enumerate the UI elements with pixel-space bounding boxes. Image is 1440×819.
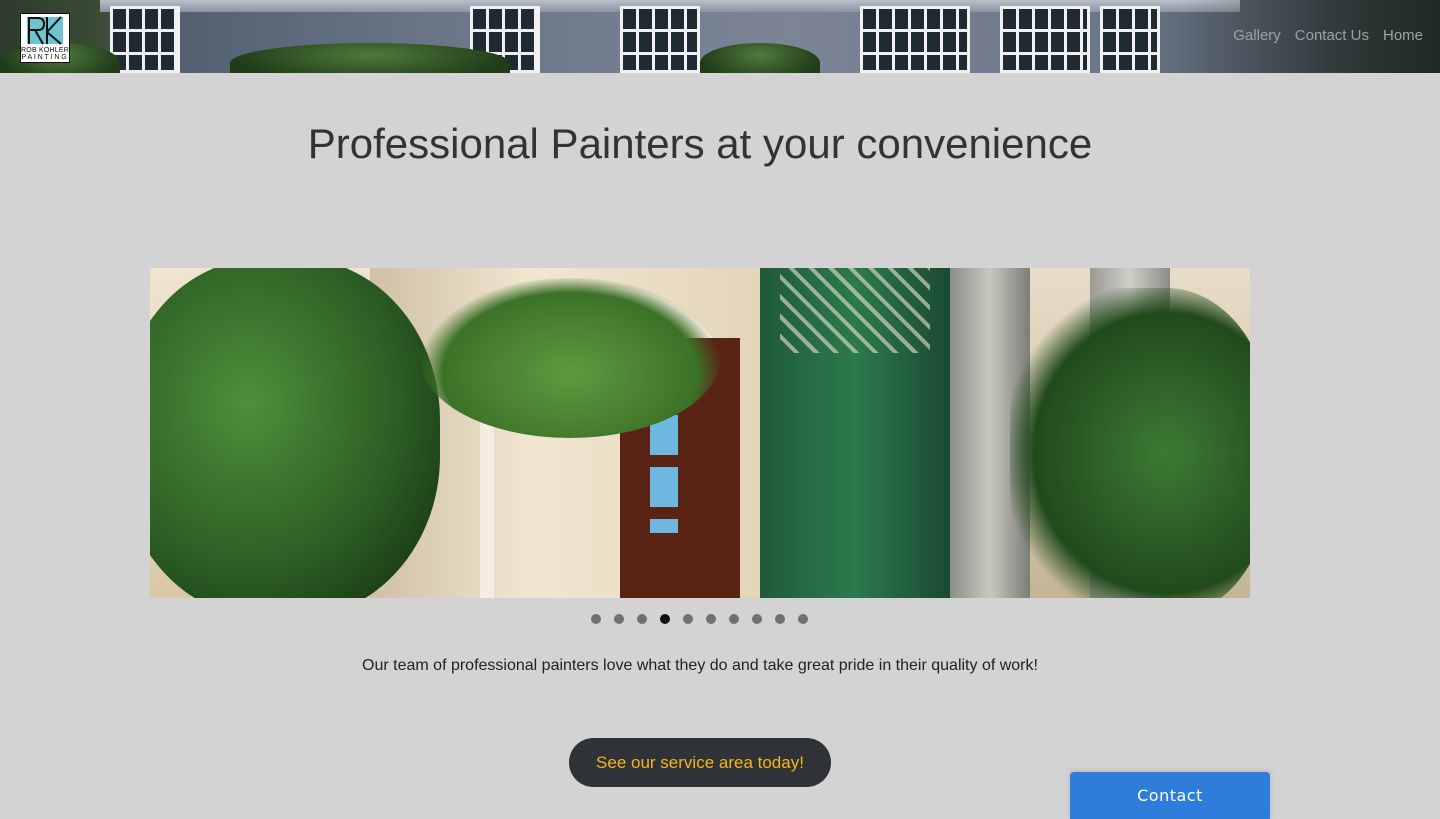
page-headline: Professional Painters at your convenienc… — [307, 120, 1093, 167]
logo-text-name: ROB KOHLER — [21, 47, 69, 54]
banner-shrub — [230, 43, 510, 73]
logo[interactable]: ROB KOHLER PAINTING — [20, 13, 70, 63]
slide-railing — [780, 268, 930, 353]
slide-dot[interactable] — [683, 614, 693, 624]
slide-dot[interactable] — [591, 614, 601, 624]
nav-link-home[interactable]: Home — [1383, 27, 1423, 45]
banner-shrub — [700, 43, 820, 73]
logo-text-painting: PAINTING — [21, 54, 69, 61]
image-slideshow[interactable] — [150, 268, 1250, 598]
header-banner: ROB KOHLER PAINTING Gallery Contact Us H… — [0, 0, 1440, 73]
slideshow-caption: Our team of professional painters love w… — [362, 657, 1038, 674]
main-nav: Gallery Contact Us Home — [1233, 27, 1423, 45]
slide-dot[interactable] — [752, 614, 762, 624]
slide-foliage-right — [1010, 288, 1250, 598]
slide-dot[interactable] — [729, 614, 739, 624]
slide-dot[interactable] — [775, 614, 785, 624]
slide-dot[interactable] — [637, 614, 647, 624]
slideshow-dots — [591, 614, 808, 624]
contact-widget-button[interactable]: Contact — [1070, 772, 1270, 819]
banner-window — [1000, 6, 1090, 73]
nav-link-contact-us[interactable]: Contact Us — [1295, 27, 1369, 45]
service-area-button[interactable]: See our service area today! — [569, 738, 831, 787]
banner-window — [860, 6, 970, 73]
slide-foliage-left — [150, 268, 440, 598]
slide-dot-active[interactable] — [660, 614, 670, 624]
slide-palm-fronds — [420, 278, 720, 438]
banner-window — [110, 6, 180, 73]
slide-dot[interactable] — [706, 614, 716, 624]
slide-dot[interactable] — [614, 614, 624, 624]
contact-widget-label: Contact — [1137, 786, 1203, 805]
banner-window — [620, 6, 700, 73]
nav-link-gallery[interactable]: Gallery — [1233, 27, 1281, 45]
slide-dot[interactable] — [798, 614, 808, 624]
banner-window — [1100, 6, 1160, 73]
